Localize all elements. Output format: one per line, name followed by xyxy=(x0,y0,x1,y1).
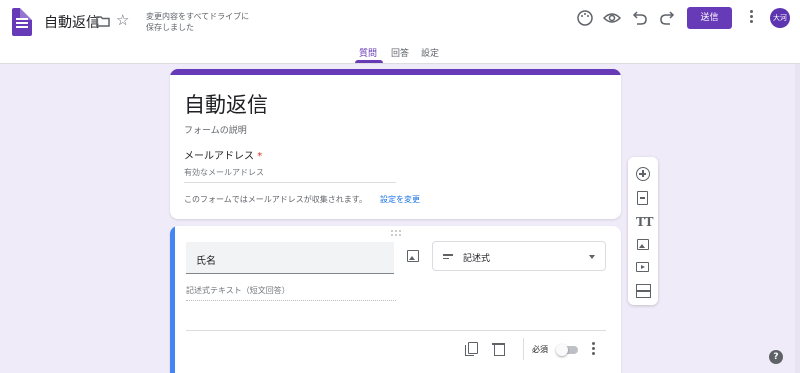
header-divider xyxy=(0,63,800,64)
form-title-card[interactable]: 自動返信 フォームの説明 メールアドレス * 有効なメールアドレス このフォーム… xyxy=(170,69,621,219)
answer-placeholder: 記述式テキスト（短文回答） xyxy=(186,285,396,301)
more-options-icon[interactable] xyxy=(744,8,758,28)
form-title[interactable]: 自動返信 xyxy=(184,89,268,119)
drag-handle-icon[interactable] xyxy=(391,230,401,236)
email-label: メールアドレス * xyxy=(184,147,262,162)
required-toggle[interactable] xyxy=(556,344,578,356)
tab-settings[interactable]: 設定 xyxy=(421,46,439,59)
required-mark: * xyxy=(257,151,263,162)
folder-icon[interactable] xyxy=(96,14,110,28)
tab-responses[interactable]: 回答 xyxy=(391,46,409,59)
duplicate-icon[interactable] xyxy=(464,342,478,356)
email-collection-note: このフォームではメールアドレスが収集されます。 xyxy=(184,195,367,204)
add-section-icon[interactable] xyxy=(636,284,651,298)
short-answer-icon xyxy=(443,254,453,261)
scrollbar[interactable] xyxy=(795,64,800,373)
add-question-icon[interactable] xyxy=(636,167,650,181)
card-accent-bar xyxy=(170,69,621,75)
forms-logo-icon[interactable] xyxy=(12,8,32,36)
add-image-icon[interactable] xyxy=(637,239,649,250)
avatar[interactable]: 大河 xyxy=(770,8,790,28)
email-field[interactable]: 有効なメールアドレス xyxy=(184,167,396,183)
help-icon[interactable]: ? xyxy=(769,350,783,364)
toggle-thumb xyxy=(556,344,568,356)
app-header: 自動返信 ☆ 変更内容をすべてドライブに保存しました 送信 大河 質問 回答 設… xyxy=(0,0,800,64)
undo-icon[interactable] xyxy=(631,9,649,27)
side-toolbar: TT xyxy=(628,157,658,305)
footer-separator xyxy=(523,338,524,360)
question-card[interactable]: 氏名 記述式 記述式テキスト（短文回答） 必須 xyxy=(170,226,621,373)
footer-divider xyxy=(186,330,606,331)
tab-bar: 質問 回答 設定 xyxy=(0,40,800,64)
save-status: 変更内容をすべてドライブに保存しました xyxy=(146,12,250,32)
document-title[interactable]: 自動返信 xyxy=(44,12,100,32)
palette-icon[interactable] xyxy=(576,9,594,27)
delete-icon[interactable] xyxy=(492,342,506,356)
add-title-icon[interactable]: TT xyxy=(636,215,653,229)
add-image-icon[interactable] xyxy=(407,250,419,262)
question-type-dropdown[interactable]: 記述式 xyxy=(432,241,606,271)
question-accent-bar xyxy=(170,226,175,373)
question-more-icon[interactable] xyxy=(590,341,596,357)
preview-icon[interactable] xyxy=(603,9,621,27)
email-label-text: メールアドレス xyxy=(184,151,254,162)
tab-questions[interactable]: 質問 xyxy=(359,46,377,59)
question-title-field[interactable]: 氏名 xyxy=(186,242,394,274)
required-label: 必須 xyxy=(532,345,548,354)
question-title: 氏名 xyxy=(196,256,216,267)
chevron-down-icon xyxy=(589,255,595,259)
import-questions-icon[interactable] xyxy=(637,191,648,205)
question-type-label: 記述式 xyxy=(463,254,491,264)
change-settings-link[interactable]: 設定を変更 xyxy=(380,194,420,205)
form-description[interactable]: フォームの説明 xyxy=(184,123,247,136)
star-icon[interactable]: ☆ xyxy=(116,12,129,28)
send-button[interactable]: 送信 xyxy=(687,7,732,29)
add-video-icon[interactable] xyxy=(636,262,649,272)
redo-icon[interactable] xyxy=(658,9,676,27)
